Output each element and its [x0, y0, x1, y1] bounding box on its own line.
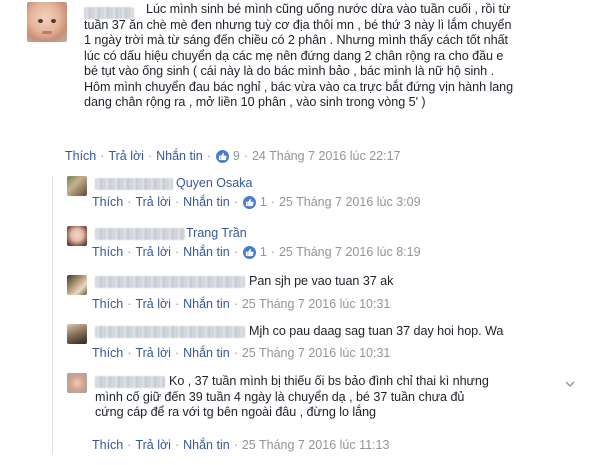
message-link[interactable]: Nhắn tin — [183, 195, 230, 209]
main-comment-body: tuần 37 ăn chè mè đen nhưng tuỳ cơ địa t… — [84, 18, 596, 110]
reply-thread-line — [52, 176, 53, 454]
comment-line: mình cố giữ đến 39 tuần 4 ngày là chuyển… — [95, 390, 465, 404]
comment-line: tuần 37 ăn chè mè đen nhưng tuỳ cơ địa t… — [84, 18, 512, 32]
reply-link[interactable]: Trả lời — [135, 346, 171, 360]
comment-line: bé tụt vào ống sinh ( cái này là do bác … — [84, 64, 495, 79]
comment-line: Ko , 37 tuần mình bị thiếu ối bs bảo đìn… — [169, 374, 489, 388]
like-count[interactable]: 1 — [260, 195, 267, 209]
separator: · — [127, 297, 132, 311]
like-count[interactable]: 9 — [233, 149, 240, 163]
message-link[interactable]: Nhắn tin — [156, 149, 203, 163]
reply-actions: Thích · Trả lời · Nhắn tin · 25 Tháng 7 … — [92, 438, 389, 452]
reply-actions: Thích · Trả lời · Nhắn tin · 1 · 25 Thán… — [92, 195, 421, 209]
reply-name-redacted[interactable] — [95, 178, 173, 190]
separator: · — [233, 297, 238, 311]
reply-actions: Thích · Trả lời · Nhắn tin · 1 · 25 Thán… — [92, 245, 421, 259]
like-thumb-icon[interactable] — [242, 245, 256, 259]
separator: · — [127, 346, 132, 360]
message-link[interactable]: Nhắn tin — [183, 438, 230, 452]
separator: · — [233, 195, 238, 209]
reply-link[interactable]: Trả lời — [135, 297, 171, 311]
message-link[interactable]: Nhắn tin — [183, 245, 230, 259]
comment-line: 1 ngày trời mà từ sáng đến chiều có 2 ph… — [84, 33, 508, 48]
separator: · — [233, 346, 238, 360]
separator: · — [127, 245, 132, 259]
separator: · — [174, 438, 180, 452]
separator: · — [233, 245, 238, 259]
reply-link[interactable]: Trả lời — [135, 195, 171, 209]
reply-name-redacted[interactable] — [95, 326, 245, 338]
reply-name-redacted[interactable] — [95, 276, 245, 288]
like-thumb-icon[interactable] — [215, 149, 229, 163]
like-link[interactable]: Thích — [92, 297, 123, 311]
like-link[interactable]: Thích — [92, 438, 123, 452]
reply-name-redacted[interactable] — [95, 228, 185, 240]
like-link[interactable]: Thích — [92, 195, 123, 209]
reply-text: Ko , 37 tuần mình bị thiếu ối bs bảo đìn… — [169, 374, 569, 389]
separator: · — [174, 245, 180, 259]
main-comment-actions: Thích · Trả lời · Nhắn tin · 9 · 24 Thán… — [65, 149, 401, 163]
chevron-down-icon[interactable] — [565, 380, 575, 391]
comment-line: lúc có dấu hiệu chuyển dạ các mẹ nên đứn… — [84, 48, 504, 63]
reply-text: Pan sjh pe vao tuan 37 ak — [249, 274, 394, 288]
separator: · — [174, 297, 180, 311]
comment-line: Lúc mình sinh bé mình cũng uống nước dừa… — [146, 2, 511, 16]
commenter-avatar[interactable] — [27, 2, 67, 42]
message-link[interactable]: Nhắn tin — [183, 346, 230, 360]
separator: · — [270, 245, 275, 259]
reply-author-name[interactable]: Trang Trần — [186, 226, 247, 240]
reply-avatar[interactable] — [67, 373, 87, 393]
like-thumb-icon[interactable] — [242, 195, 256, 209]
separator: · — [174, 195, 180, 209]
like-link[interactable]: Thích — [92, 346, 123, 360]
reply-avatar[interactable] — [67, 324, 87, 344]
timestamp[interactable]: 24 Tháng 7 2016 lúc 22:17 — [252, 149, 401, 163]
separator: · — [100, 149, 105, 163]
reply-link[interactable]: Trả lời — [135, 438, 171, 452]
timestamp[interactable]: 25 Tháng 7 2016 lúc 11:13 — [242, 438, 390, 452]
separator: · — [127, 195, 132, 209]
comment-line: cứng cáp để ra với tg bên ngoài đâu , đừ… — [95, 405, 376, 420]
main-comment-text: Lúc mình sinh bé mình cũng uống nước dừa… — [146, 2, 596, 17]
like-count[interactable]: 1 — [260, 245, 267, 259]
comment-line: dang chân rộng ra , mở liền 10 phân , và… — [84, 95, 426, 110]
timestamp[interactable]: 25 Tháng 7 2016 lúc 10:31 — [242, 346, 391, 360]
separator: · — [233, 438, 238, 452]
separator: · — [174, 346, 180, 360]
like-link[interactable]: Thích — [65, 149, 96, 163]
reply-avatar[interactable] — [67, 226, 87, 246]
separator: · — [243, 149, 248, 163]
comment-line: Hôm mình chuyển đau bác nghỉ , bác vừa v… — [84, 79, 514, 94]
separator: · — [147, 149, 153, 163]
timestamp[interactable]: 25 Tháng 7 2016 lúc 8:19 — [279, 245, 421, 259]
reply-link[interactable]: Trả lời — [108, 149, 144, 163]
reply-link[interactable]: Trả lời — [135, 245, 171, 259]
separator: · — [127, 438, 132, 452]
reply-name-redacted[interactable] — [95, 376, 165, 388]
timestamp[interactable]: 25 Tháng 7 2016 lúc 3:09 — [279, 195, 421, 209]
timestamp[interactable]: 25 Tháng 7 2016 lúc 10:31 — [242, 297, 391, 311]
separator: · — [270, 195, 275, 209]
like-link[interactable]: Thích — [92, 245, 123, 259]
reply-actions: Thích · Trả lời · Nhắn tin · 25 Tháng 7 … — [92, 346, 390, 360]
reply-avatar[interactable] — [67, 275, 87, 295]
message-link[interactable]: Nhắn tin — [183, 297, 230, 311]
reply-author-name[interactable]: Quyen Osaka — [176, 176, 252, 190]
reply-actions: Thích · Trả lời · Nhắn tin · 25 Tháng 7 … — [92, 297, 390, 311]
separator: · — [206, 149, 211, 163]
reply-text-continued: mình cố giữ đến 39 tuần 4 ngày là chuyển… — [95, 390, 575, 421]
reply-text: Mjh co pau daag sag tuan 37 day hoi hop.… — [249, 324, 504, 338]
reply-avatar[interactable] — [67, 176, 87, 196]
